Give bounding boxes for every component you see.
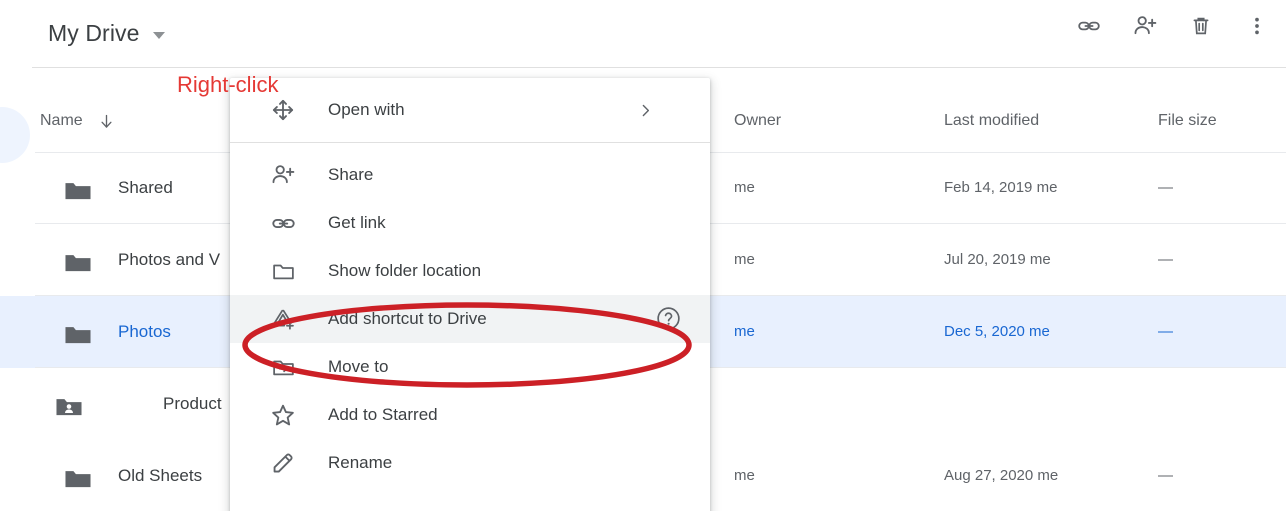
link-icon (268, 208, 298, 238)
folder-move-icon (268, 352, 298, 382)
file-owner: me (734, 323, 755, 340)
file-name[interactable]: Product (163, 391, 222, 417)
file-size: — (1158, 323, 1173, 340)
get-link-button[interactable] (1074, 11, 1104, 41)
breadcrumb[interactable]: My Drive (48, 16, 165, 50)
folder-icon (63, 250, 93, 279)
context-menu-item-label: Open with (328, 100, 405, 119)
pencil-icon (268, 448, 298, 478)
arrow-down-icon (101, 114, 112, 128)
column-header-owner[interactable]: Owner (734, 109, 781, 133)
file-size: — (1158, 251, 1173, 268)
file-name[interactable]: Photos (118, 319, 171, 345)
file-last-modified: Dec 5, 2020 me (944, 323, 1050, 340)
column-header-file-size[interactable]: File size (1158, 109, 1217, 133)
toolbar-divider (32, 67, 1286, 68)
more-vertical-icon (1255, 17, 1259, 35)
folder-outline-icon (268, 256, 298, 286)
top-toolbar: My Drive (0, 0, 1286, 68)
context-menu-item[interactable]: Show folder location (230, 247, 710, 295)
share-button[interactable] (1130, 11, 1160, 41)
folder-icon (63, 466, 93, 495)
context-menu-item[interactable]: Add to Starred (230, 391, 710, 439)
file-owner: me (734, 467, 755, 484)
chevron-right-icon (637, 102, 654, 124)
file-last-modified: Jul 20, 2019 me (944, 251, 1051, 268)
file-name[interactable]: Shared (118, 175, 173, 201)
context-menu-item[interactable]: Move to (230, 343, 710, 391)
drive-window: My Drive Name Owner Last modified File s… (0, 0, 1286, 511)
remove-button[interactable] (1186, 11, 1216, 41)
column-header-name-label: Name (40, 112, 83, 129)
link-icon (1078, 21, 1100, 31)
context-menu-item[interactable]: Share (230, 151, 710, 199)
context-menu-item[interactable]: Open with (230, 86, 710, 134)
annotation-right-click-label: Right-click (177, 72, 279, 97)
star-outline-icon (268, 400, 298, 430)
page-title: My Drive (48, 20, 140, 46)
context-menu-item-label: Add to Starred (328, 405, 438, 424)
context-menu-item-label: Rename (328, 453, 393, 472)
file-owner: me (734, 251, 755, 268)
folder-icon (63, 178, 93, 207)
chevron-down-icon[interactable] (152, 31, 165, 39)
file-last-modified: Aug 27, 2020 me (944, 467, 1059, 484)
more-actions-button[interactable] (1242, 11, 1272, 41)
context-menu: Open with Share Get link Show folder locati… (230, 78, 710, 511)
column-header-last-modified[interactable]: Last modified (944, 109, 1039, 133)
file-owner: me (734, 179, 755, 196)
folder-icon (63, 322, 93, 351)
context-menu-item[interactable]: Add shortcut to Drive (230, 295, 710, 343)
file-size: — (1158, 467, 1173, 484)
menu-divider (230, 142, 710, 143)
toolbar-actions (1074, 11, 1272, 41)
context-menu-item-label: Move to (328, 357, 389, 376)
trash-icon (1193, 17, 1209, 35)
person-add-icon (268, 160, 298, 190)
context-menu-item[interactable]: Rename (230, 439, 710, 487)
file-last-modified: Feb 14, 2019 me (944, 179, 1058, 196)
shared-folder-icon (54, 394, 84, 423)
drive-shortcut-icon (268, 304, 298, 334)
context-menu-item-label: Show folder location (328, 261, 482, 280)
file-name[interactable]: Photos and V (118, 247, 220, 273)
context-menu-item[interactable]: Get link (230, 199, 710, 247)
person-add-icon (1134, 16, 1157, 35)
context-menu-item-label: Get link (328, 213, 386, 232)
file-size: — (1158, 179, 1173, 196)
context-menu-item-label: Share (328, 165, 374, 184)
file-name[interactable]: Old Sheets (118, 463, 202, 489)
context-menu-item-label: Add shortcut to Drive (328, 309, 487, 328)
help-icon[interactable] (655, 305, 682, 337)
column-header-name[interactable]: Name (40, 109, 116, 133)
